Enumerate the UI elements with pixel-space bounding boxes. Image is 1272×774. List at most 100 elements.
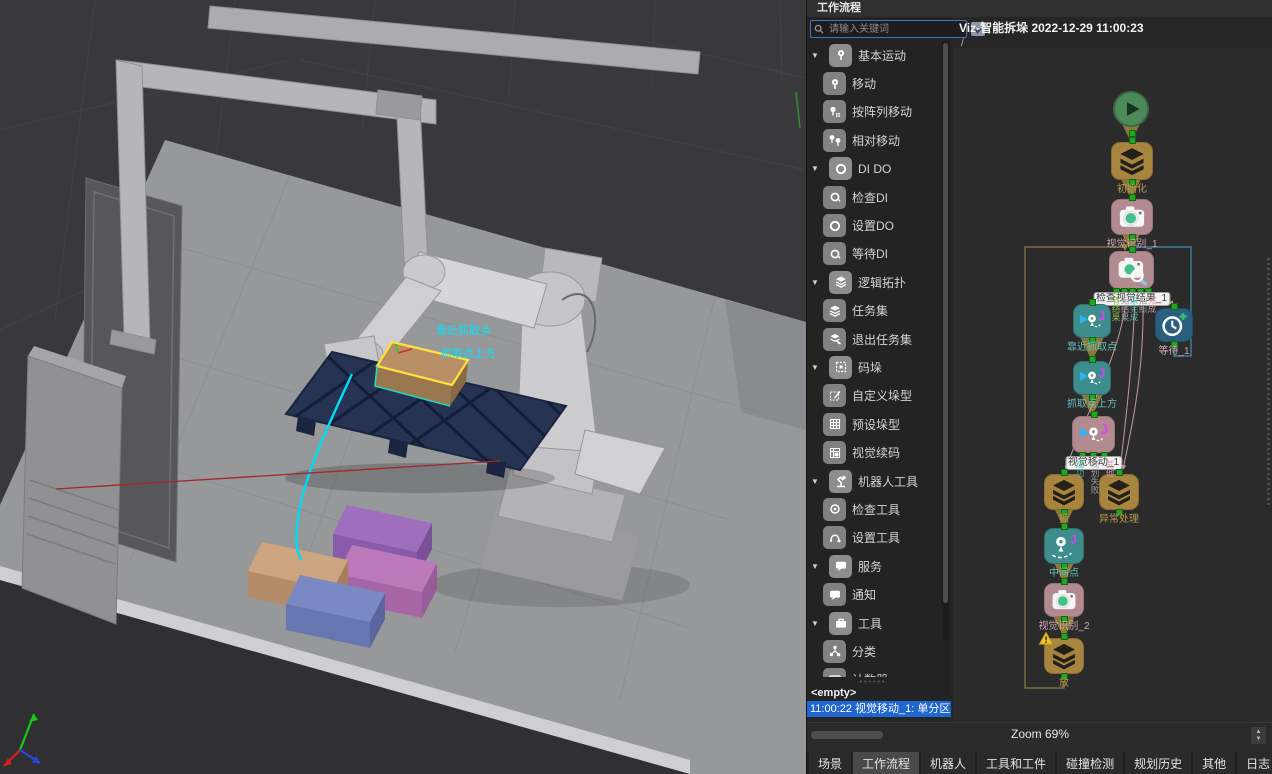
flow-node-check[interactable]: 检查视觉结果_1 [1109, 251, 1154, 289]
ring-icon [829, 157, 852, 180]
connection-port[interactable] [1061, 469, 1068, 476]
status-message[interactable]: 11:00:22 视觉移动_1: 单分区方形 [807, 701, 951, 717]
flow-node-mid[interactable]: J中间点 [1044, 528, 1084, 564]
bottom-tab-1[interactable]: 工作流程 [853, 752, 919, 774]
search-input[interactable] [827, 23, 963, 36]
bottom-tab-4[interactable]: 碰撞检测 [1057, 752, 1123, 774]
tree-item[interactable]: 分类 [807, 637, 939, 665]
grid-icon [823, 413, 846, 436]
tree-item[interactable]: ▼基本运动 [807, 41, 939, 69]
collapse-arrow-icon[interactable]: ▼ [807, 278, 823, 287]
flow-node-place[interactable]: 放 [1044, 638, 1084, 674]
tree-item-label: 预设垛型 [852, 416, 900, 433]
connection-port[interactable] [1061, 578, 1068, 585]
connection-port[interactable] [1129, 246, 1136, 253]
pin-grid-icon [823, 100, 846, 123]
tree-item-label: 按阵列移动 [852, 103, 912, 120]
tree-item-label: 检查工具 [852, 501, 900, 518]
tree-item[interactable]: ▼工具 [807, 609, 939, 637]
edge-label: 成功 [1075, 460, 1084, 477]
connection-port[interactable] [1129, 130, 1136, 137]
collapse-arrow-icon[interactable]: ▼ [807, 51, 823, 60]
tree-item[interactable]: 自定义垛型 [807, 382, 939, 410]
flow-node-vision2[interactable]: 视觉识别_2 [1044, 583, 1084, 617]
bottom-tab-3[interactable]: 工具和工件 [977, 752, 1055, 774]
tree-item-label: 等待DI [852, 245, 888, 262]
svg-text:J: J [1070, 533, 1077, 547]
flow-canvas[interactable]: 初始化视觉识别_1 检查视觉结果_1 J靠近抓取点 等待_1 J抓取点上方 J视觉移动_1… [953, 48, 1272, 722]
connection-port[interactable] [1061, 523, 1068, 530]
tree-item[interactable]: 检查工具 [807, 495, 939, 523]
tree-resize-grip[interactable]: •••••• [807, 679, 939, 686]
connection-port[interactable] [1116, 469, 1123, 476]
tree-item[interactable]: ▼ DI DO [807, 155, 939, 183]
tree-item[interactable]: ▼服务 [807, 552, 939, 580]
tree-item[interactable]: 移动 [807, 69, 939, 97]
connection-port[interactable] [1091, 411, 1098, 418]
tree-scrollbar[interactable] [942, 41, 949, 641]
tree-item[interactable]: 相对移动 [807, 126, 939, 154]
start-node[interactable] [1113, 91, 1149, 127]
tree-item[interactable]: 通知 [807, 580, 939, 608]
collapse-arrow-icon[interactable]: ▼ [807, 363, 823, 372]
tree-item[interactable]: 任务集 [807, 297, 939, 325]
step-library: ▼基本运动移动按阵列移动相对移动 ▼ DI DO 检查DI设置DO 等待DI ▼逻辑拓扑任… [807, 17, 951, 700]
flow-node-near[interactable]: J靠近抓取点 [1073, 304, 1111, 338]
collapse-arrow-icon[interactable]: ▼ [807, 477, 823, 486]
flow-node-above[interactable]: J抓取点上方 [1073, 361, 1111, 395]
connection-port[interactable] [1089, 356, 1096, 363]
ring-di-icon [823, 242, 846, 265]
project-title: Viz-智能拆垛 2022-12-29 11:00:23 [953, 17, 1271, 36]
tree-item[interactable]: ▼逻辑拓扑 [807, 268, 939, 296]
pin-icon [829, 44, 852, 67]
tree-item[interactable]: 预设垛型 [807, 410, 939, 438]
bottom-tab-0[interactable]: 场景 [809, 752, 851, 774]
tree-item-label: 相对移动 [852, 132, 900, 149]
tree-item[interactable]: ▼机器人工具 [807, 467, 939, 495]
connection-port[interactable] [1129, 194, 1136, 201]
tree-item-label: 退出任务集 [852, 331, 912, 348]
pose-label-above: 抓取点上方 [441, 346, 496, 360]
tree-item[interactable]: 退出任务集 [807, 325, 939, 353]
collapse-arrow-icon[interactable]: ▼ [807, 619, 823, 628]
edge-label: 无结果 [1120, 296, 1129, 322]
tree-item[interactable]: 设置DO [807, 211, 939, 239]
flow-node-init[interactable]: 初始化 [1111, 142, 1153, 180]
search-box[interactable] [810, 20, 967, 38]
flow-node-grab[interactable]: 抓 [1044, 474, 1084, 510]
flow-node-vmove[interactable]: J视觉移动_1 [1072, 416, 1115, 453]
tool-set-icon [823, 526, 846, 549]
zoom-spinner[interactable]: ▲▼ [1250, 726, 1267, 745]
grid-pen-icon [823, 384, 846, 407]
bottom-tab-6[interactable]: 其他 [1193, 752, 1235, 774]
flow-node-wait[interactable]: 等待_1 [1155, 308, 1193, 342]
flow-node-except[interactable]: 异常处理 [1099, 474, 1139, 510]
connection-port[interactable] [1171, 303, 1178, 310]
bottom-tab-7[interactable]: 日志 [1237, 752, 1272, 774]
collapse-arrow-icon[interactable]: ▼ [807, 562, 823, 571]
flow-node-vision1[interactable]: 视觉识别_1 [1111, 199, 1153, 235]
tree-item[interactable]: ▼码垛 [807, 353, 939, 381]
bottom-tab-5[interactable]: 规划历史 [1125, 752, 1191, 774]
connection-port[interactable] [1129, 137, 1136, 144]
viewport-3d[interactable]: 靠近抓取点 抓取点上方 [0, 0, 806, 774]
tree-item[interactable]: 检查DI [807, 183, 939, 211]
tree-item[interactable]: 按阵列移动 [807, 98, 939, 126]
tree-item-label: DI DO [858, 162, 891, 176]
connection-port[interactable] [1089, 299, 1096, 306]
flow-scrollbar[interactable] [1267, 258, 1270, 508]
tree-item[interactable]: 设置工具 [807, 524, 939, 552]
bottom-tab-2[interactable]: 机器人 [921, 752, 975, 774]
connection-port[interactable] [1061, 633, 1068, 640]
ring-di-icon [823, 186, 846, 209]
tree-item[interactable]: 等待DI [807, 240, 939, 268]
tree-item[interactable]: 视觉续码 [807, 438, 939, 466]
step-tree: ▼基本运动移动按阵列移动相对移动 ▼ DI DO 检查DI设置DO 等待DI ▼逻辑拓扑任… [807, 41, 939, 677]
tree-item-label: 视觉续码 [852, 444, 900, 461]
counter-icon [823, 668, 846, 677]
tree-item[interactable]: 计数器 [807, 666, 939, 677]
tree-item-label: 移动 [852, 75, 876, 92]
svg-text:J: J [1098, 309, 1105, 323]
svg-text:J: J [1098, 366, 1105, 380]
collapse-arrow-icon[interactable]: ▼ [807, 164, 823, 173]
